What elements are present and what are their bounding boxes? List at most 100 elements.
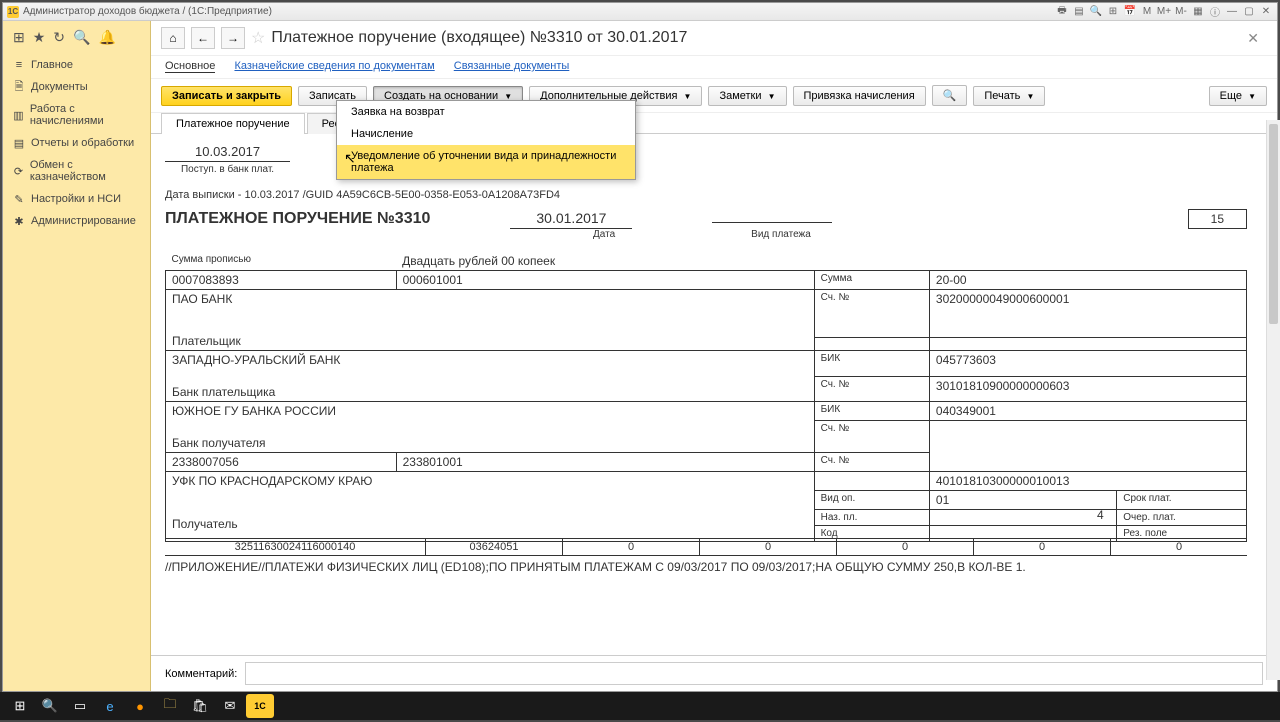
- maximize-icon[interactable]: ▢: [1242, 5, 1256, 19]
- ocher-value: 4: [1097, 508, 1117, 522]
- codes-row: 32511630024116000140 03624051 0 0 0 0 0: [165, 538, 1247, 556]
- acc-label: Сч. №: [814, 290, 929, 338]
- bell-icon[interactable]: 🔔: [98, 29, 115, 46]
- bik-label: БИК: [814, 402, 929, 421]
- app-logo-icon: 1C: [7, 6, 19, 18]
- calc-icon[interactable]: ▤: [1072, 5, 1086, 19]
- favorite-icon[interactable]: ☆: [251, 28, 265, 48]
- payment-table: Сумма прописьюДвадцать рублей 00 копеек …: [165, 252, 1247, 542]
- code-2: 03624051: [426, 539, 563, 556]
- sidebar-item-main[interactable]: ≡Главное: [3, 54, 150, 76]
- mail-icon[interactable]: ✉: [216, 694, 244, 718]
- search-icon[interactable]: 🔍: [73, 29, 90, 46]
- store-icon[interactable]: 🛍: [186, 694, 214, 718]
- payer-label: Плательщик: [172, 334, 808, 348]
- notes-button[interactable]: Заметки ▼: [708, 86, 786, 106]
- fav-icon[interactable]: ⊞: [1106, 5, 1120, 19]
- payer-name: ПАО БАНК: [172, 292, 808, 306]
- sidebar-item-reports[interactable]: ▤Отчеты и обработки: [3, 132, 150, 154]
- link-accrual-button[interactable]: Привязка начисления: [793, 86, 926, 106]
- minimize-icon[interactable]: —: [1225, 5, 1239, 19]
- save-close-button[interactable]: Записать и закрыть: [161, 86, 292, 106]
- dropdown-item-return[interactable]: Заявка на возврат: [337, 101, 635, 123]
- payer-bank: ЗАПАДНО-УРАЛЬСКИЙ БАНК: [172, 353, 808, 367]
- sidebar-item-label: Документы: [31, 81, 88, 93]
- caret-down-icon: ▼: [684, 92, 692, 101]
- document-body: 10.03.2017 Поступ. в банк плат. Списано …: [151, 134, 1261, 655]
- firefox-icon[interactable]: ●: [126, 694, 154, 718]
- dropdown-item-notification[interactable]: Уведомление об уточнении вида и принадле…: [337, 145, 635, 179]
- app-icon[interactable]: 1C: [246, 694, 274, 718]
- print-button[interactable]: Печать ▼: [973, 86, 1045, 106]
- payer-bank-acc: 30101810900000000603: [929, 376, 1246, 402]
- payer-bank-label: Банк плательщика: [172, 385, 808, 399]
- code-5: 0: [837, 539, 974, 556]
- sum-words: Двадцать рублей 00 копеек: [396, 252, 1246, 271]
- doc-title: ПЛАТЕЖНОЕ ПОРУЧЕНИЕ №3310: [165, 210, 430, 228]
- m-icon[interactable]: M: [1140, 5, 1154, 19]
- code-4: 0: [700, 539, 837, 556]
- history-icon[interactable]: ↻: [53, 29, 65, 46]
- taskview-icon[interactable]: ▭: [66, 694, 94, 718]
- date-received-label: Поступ. в банк плат.: [165, 164, 290, 175]
- edge-icon[interactable]: e: [96, 694, 124, 718]
- search-icon[interactable]: 🔍: [36, 694, 64, 718]
- subnav-related[interactable]: Связанные документы: [454, 60, 570, 72]
- receiver-name: УФК ПО КРАСНОДАРСКОМУ КРАЮ: [166, 472, 815, 491]
- apps-icon[interactable]: ⊞: [13, 29, 25, 46]
- forward-button[interactable]: →: [221, 27, 245, 49]
- toolbar: Записать и закрыть Записать Создать на о…: [151, 78, 1277, 113]
- receiver-bank-label: Банк получателя: [172, 436, 808, 450]
- tabs: Платежное поручение Реестр ED108: [151, 112, 1277, 134]
- scrollbar-thumb[interactable]: [1269, 124, 1277, 324]
- more-button[interactable]: Еще ▼: [1209, 86, 1267, 106]
- taskbar: ⊞ 🔍 ▭ e ● 🗀 🛍 ✉ 1C: [0, 692, 1280, 720]
- ocher-label: Очер. плат.: [1117, 510, 1247, 526]
- subnav-main[interactable]: Основное: [165, 60, 215, 73]
- info-icon[interactable]: ⓘ: [1208, 5, 1222, 19]
- sum-words-label: Сумма прописью: [166, 252, 397, 271]
- caret-down-icon: ▼: [1248, 92, 1256, 101]
- m-minus-icon[interactable]: M-: [1174, 5, 1188, 19]
- sidebar-item-accruals[interactable]: ▥Работа с начислениями: [3, 98, 150, 132]
- receiver-label: Получатель: [172, 517, 808, 531]
- receiver-inn: 2338007056: [166, 453, 397, 472]
- cal-icon[interactable]: 📅: [1123, 5, 1137, 19]
- dropdown-item-accrual[interactable]: Начисление: [337, 123, 635, 145]
- close-icon[interactable]: ✕: [1259, 5, 1273, 19]
- tab-payment-order[interactable]: Платежное поручение: [161, 113, 305, 134]
- code-6: 0: [974, 539, 1111, 556]
- start-icon[interactable]: ⊞: [6, 694, 34, 718]
- sidebar-item-settings[interactable]: ✎Настройки и НСИ: [3, 188, 150, 210]
- sidebar-item-admin[interactable]: ✱Администрирование: [3, 210, 150, 232]
- home-button[interactable]: ⌂: [161, 27, 185, 49]
- page-header: ⌂ ← → ☆ Платежное поручение (входящее) №…: [151, 21, 1277, 56]
- back-button[interactable]: ←: [191, 27, 215, 49]
- titlebar: 1C Администратор доходов бюджета / (1С:П…: [3, 3, 1277, 21]
- star-icon[interactable]: ★: [33, 29, 46, 46]
- search-icon[interactable]: 🔍: [1089, 5, 1103, 19]
- wrench-icon: ✎: [13, 193, 25, 205]
- subnav-treasury[interactable]: Казначейские сведения по документам: [234, 60, 434, 72]
- sidebar-item-exchange[interactable]: ⟳Обмен с казначейством: [3, 154, 150, 188]
- m-plus-icon[interactable]: M+: [1157, 5, 1171, 19]
- vertical-scrollbar[interactable]: [1266, 120, 1277, 680]
- find-button[interactable]: 🔍: [932, 85, 968, 106]
- srok-label: Срок плат.: [1117, 491, 1247, 510]
- print-icon[interactable]: 🖶: [1055, 5, 1069, 19]
- sidebar-item-label: Обмен с казначейством: [30, 159, 140, 183]
- explorer-icon[interactable]: 🗀: [156, 694, 184, 718]
- caret-down-icon: ▼: [768, 92, 776, 101]
- grid-icon[interactable]: ▦: [1191, 5, 1205, 19]
- sidebar-item-documents[interactable]: 🗎Документы: [3, 76, 150, 98]
- receiver-kpp: 233801001: [396, 453, 814, 472]
- content-area: ⌂ ← → ☆ Платежное поручение (входящее) №…: [151, 21, 1277, 691]
- vid-op: 01: [929, 491, 1116, 510]
- payer-bik: 045773603: [929, 351, 1246, 377]
- acc-label: Сч. №: [814, 453, 929, 472]
- page-close-icon[interactable]: ✕: [1247, 30, 1267, 47]
- naz-pl-label: Наз. пл.: [814, 510, 929, 526]
- payer-account: 30200000049000600001: [929, 290, 1246, 338]
- sidebar-item-label: Отчеты и обработки: [31, 137, 134, 149]
- comment-input[interactable]: [245, 662, 1263, 685]
